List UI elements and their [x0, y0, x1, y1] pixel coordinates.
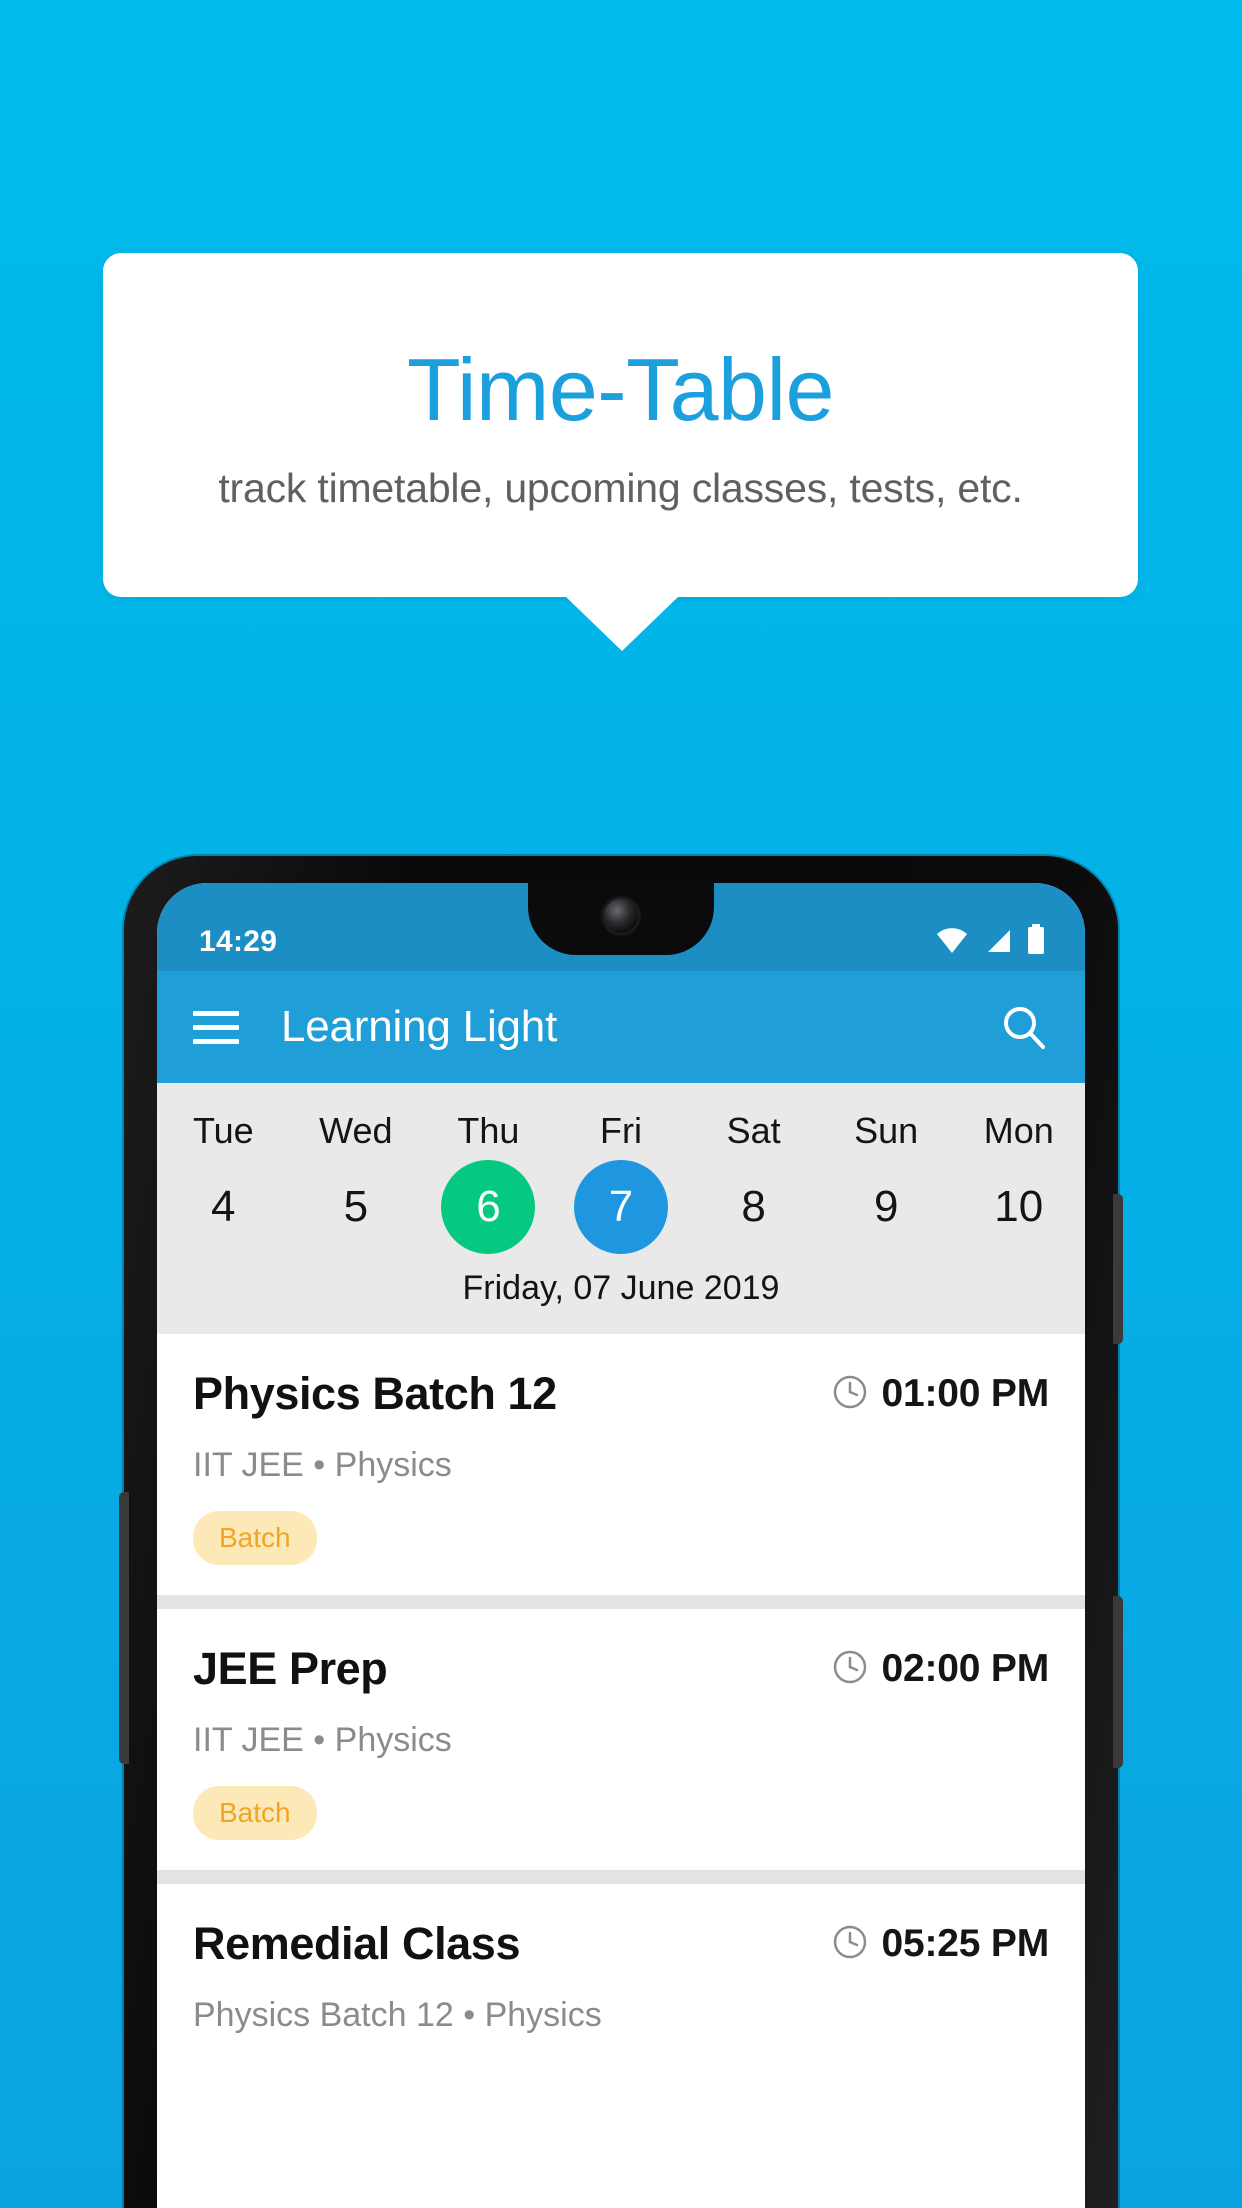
class-subtitle: Physics Batch 12 • Physics: [193, 1996, 602, 2034]
date-strip: Tue Wed Thu Fri Sat Sun Mon 4 5 6 7 8 9 …: [157, 1083, 1085, 1334]
class-time: 01:00 PM: [881, 1372, 1050, 1415]
weekday-label: Wed: [319, 1110, 393, 1151]
phone-screen: 14:29 Learning Light Tue Wed Thu Fri Sat…: [157, 883, 1085, 2208]
class-badge-row: Batch: [193, 1511, 1049, 1565]
list-item[interactable]: Remedial Class 05:25 PM Physics Batch 12…: [157, 1884, 1085, 2065]
class-subtitle: IIT JEE • Physics: [193, 1446, 452, 1484]
class-card-header: Physics Batch 12 01:00 PM: [193, 1368, 1049, 1420]
class-subtitle: IIT JEE • Physics: [193, 1721, 452, 1759]
status-bar-clock: 14:29: [199, 925, 278, 958]
weekday-label: Sat: [726, 1110, 781, 1151]
phone-mockup: 14:29 Learning Light Tue Wed Thu Fri Sat…: [119, 856, 1123, 2208]
hamburger-menu-icon[interactable]: [193, 1010, 239, 1044]
date-number: 10: [994, 1182, 1044, 1231]
date-number-row: 4 5 6 7 8 9 10: [157, 1159, 1085, 1255]
page-subtitle: track timetable, upcoming classes, tests…: [218, 464, 1023, 511]
class-title: Physics Batch 12: [193, 1368, 557, 1419]
promo-callout-card: Time-Table track timetable, upcoming cla…: [103, 253, 1138, 597]
power-button[interactable]: [1113, 1194, 1123, 1344]
class-time-group: 01:00 PM: [832, 1372, 1049, 1416]
date-cell-mon[interactable]: 10: [952, 1159, 1085, 1255]
class-time: 02:00 PM: [881, 1647, 1050, 1690]
date-cell-thu[interactable]: 6: [422, 1159, 555, 1255]
battery-icon: [1027, 924, 1045, 959]
page-title: Time-Table: [407, 340, 834, 440]
weekday-label: Sun: [854, 1110, 919, 1151]
date-cell-sun[interactable]: 9: [820, 1159, 953, 1255]
status-bar-icons: [935, 924, 1045, 959]
date-cell-sat[interactable]: 8: [687, 1159, 820, 1255]
status-badge: Batch: [193, 1786, 317, 1840]
date-number-today: 6: [441, 1160, 536, 1254]
class-title: JEE Prep: [193, 1643, 388, 1694]
date-number: 8: [741, 1182, 766, 1231]
app-title: Learning Light: [281, 1002, 558, 1051]
date-number: 9: [873, 1182, 899, 1231]
list-item[interactable]: JEE Prep 02:00 PM IIT JEE • Physics Batc…: [157, 1609, 1085, 1870]
signal-icon: [984, 928, 1012, 959]
weekday-label: Tue: [192, 1110, 254, 1151]
weekday-label: Fri: [600, 1110, 643, 1151]
class-list: Physics Batch 12 01:00 PM IIT JEE • Phys…: [157, 1334, 1085, 2065]
status-bar: 14:29: [157, 883, 1085, 971]
weekday-label: Thu: [457, 1110, 520, 1151]
class-time-group: 02:00 PM: [832, 1647, 1049, 1691]
weekday-label: Mon: [983, 1110, 1054, 1151]
volume-up-button[interactable]: [1113, 1596, 1123, 1768]
clock-icon: [832, 1924, 868, 1965]
class-title: Remedial Class: [193, 1918, 521, 1969]
class-card-header: JEE Prep 02:00 PM: [193, 1643, 1049, 1695]
wifi-icon: [935, 928, 969, 959]
callout-tail: [565, 596, 679, 651]
date-number: 5: [343, 1182, 369, 1231]
class-time: 05:25 PM: [881, 1922, 1050, 1965]
volume-down-button[interactable]: [119, 1492, 129, 1764]
date-number-selected: 7: [574, 1160, 669, 1254]
app-bar: Learning Light: [157, 971, 1085, 1083]
date-cell-wed[interactable]: 5: [290, 1159, 423, 1255]
front-camera-icon: [604, 899, 638, 933]
date-cell-tue[interactable]: 4: [157, 1159, 290, 1255]
date-number: 4: [211, 1182, 236, 1231]
selected-date-label: Friday, 07 June 2019: [462, 1269, 780, 1307]
weekday-row: Tue Wed Thu Fri Sat Sun Mon: [157, 1103, 1085, 1159]
class-badge-row: Batch: [193, 1786, 1049, 1840]
clock-icon: [832, 1374, 868, 1415]
date-cell-fri[interactable]: 7: [555, 1159, 688, 1255]
clock-icon: [832, 1649, 868, 1690]
class-card-header: Remedial Class 05:25 PM: [193, 1918, 1049, 1970]
status-badge: Batch: [193, 1511, 317, 1565]
search-icon[interactable]: [999, 1002, 1049, 1052]
phone-notch: [528, 883, 714, 955]
class-time-group: 05:25 PM: [832, 1922, 1049, 1966]
promo-screenshot: Time-Table track timetable, upcoming cla…: [0, 0, 1242, 2208]
list-item[interactable]: Physics Batch 12 01:00 PM IIT JEE • Phys…: [157, 1334, 1085, 1595]
